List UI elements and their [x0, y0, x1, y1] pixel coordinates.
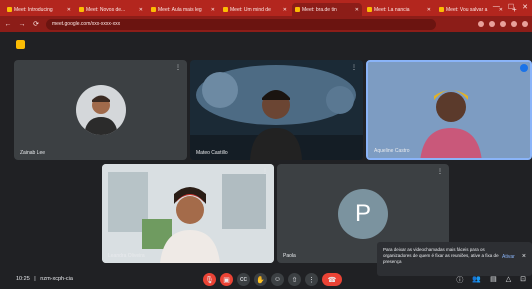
- tab-title: Meet: Um mind de: [230, 6, 271, 13]
- participant-tile[interactable]: ⋮ Mateo Castillo: [190, 60, 363, 160]
- participant-video: [190, 65, 363, 160]
- chat-icon[interactable]: ▤: [490, 275, 497, 285]
- call-controls: 🎙 ▣ cc ✋ ☺ ⇧ ⋮ ☎: [203, 273, 342, 286]
- participant-initial-avatar: P: [338, 188, 388, 239]
- meet-favicon: [151, 7, 156, 12]
- meet-favicon: [295, 7, 300, 12]
- participant-name: Aqueline Castro: [374, 148, 410, 154]
- extensions-area: [478, 21, 528, 27]
- more-options-icon[interactable]: ⋮: [262, 168, 268, 175]
- window-controls: — ☐ ✕: [493, 3, 528, 11]
- more-options-icon[interactable]: ⋮: [351, 64, 357, 71]
- more-options-icon[interactable]: ⋮: [175, 64, 181, 71]
- extension-icon[interactable]: [500, 21, 506, 27]
- profile-avatar[interactable]: [522, 21, 528, 27]
- meet-favicon: [439, 7, 444, 12]
- address-bar: ← → ⟳ meet.google.com/xxx-xxxx-xxx: [0, 16, 532, 32]
- close-icon[interactable]: ✕: [139, 7, 143, 13]
- browser-tab-strip: Meet: Introducing ✕ Meet: Novos de... ✕ Me…: [0, 0, 532, 16]
- hang-up-icon[interactable]: ☎: [322, 273, 342, 286]
- lock-icon[interactable]: ⊡: [520, 275, 526, 285]
- meeting-controls-bar: 10:25 | nzm-xcph-cia 🎙 ▣ cc ✋ ☺ ⇧ ⋮ ☎ ⓘ …: [0, 272, 532, 289]
- browser-tab[interactable]: Meet: Um mind de ✕: [220, 3, 290, 16]
- tab-title: Meet: Introducing: [14, 6, 53, 13]
- more-options-icon[interactable]: ⋮: [437, 168, 443, 175]
- extension-icon[interactable]: [478, 21, 484, 27]
- meet-favicon: [7, 7, 12, 12]
- clock-time: 10:25: [16, 276, 30, 282]
- meet-favicon: [79, 7, 84, 12]
- microphone-off-icon[interactable]: 🎙: [203, 273, 216, 286]
- meeting-code: nzm-xcph-cia: [40, 276, 73, 282]
- close-icon[interactable]: ✕: [67, 7, 71, 13]
- meet-logo-icon: [16, 40, 25, 49]
- meeting-info: 10:25 | nzm-xcph-cia: [16, 276, 73, 282]
- participant-name: Paola: [283, 253, 296, 259]
- browser-tab[interactable]: Meet: Aula mais leg ✕: [148, 3, 218, 16]
- raise-hand-icon[interactable]: ✋: [254, 273, 267, 286]
- extension-icon[interactable]: [511, 21, 517, 27]
- maximize-icon[interactable]: ☐: [508, 3, 514, 11]
- activities-icon[interactable]: △: [506, 275, 511, 285]
- reload-icon[interactable]: ⟳: [32, 20, 40, 28]
- participant-name: Leandra Oliveira: [108, 253, 145, 259]
- people-icon[interactable]: 👥: [472, 275, 481, 285]
- notification-toast: Para deixar as videochamadas mais fáceis…: [377, 242, 532, 276]
- participant-tile[interactable]: ⋮ Leandra Oliveira: [102, 164, 274, 263]
- forward-icon[interactable]: →: [18, 21, 26, 28]
- participant-tile[interactable]: ⋮ Zainab Lee: [14, 60, 187, 160]
- side-controls: ⓘ 👥 ▤ △ ⊡: [456, 275, 526, 285]
- more-options-icon[interactable]: ⋮: [305, 273, 318, 286]
- captions-icon[interactable]: cc: [237, 273, 250, 286]
- participant-name: Zainab Lee: [20, 150, 46, 156]
- browser-tab[interactable]: Meet: Introducing ✕: [4, 3, 74, 16]
- participant-tile-pinned[interactable]: Aqueline Castro: [366, 60, 532, 160]
- browser-tab-active[interactable]: Meet: bra.de tin ✕: [292, 3, 362, 16]
- info-icon[interactable]: ⓘ: [456, 275, 463, 285]
- meet-stage: ⋮ Zainab Lee ⋮ Mateo Castillo Aqueline C…: [0, 32, 532, 289]
- participant-video: [102, 164, 274, 263]
- tab-title: Meet: Vou salvar a: [446, 6, 488, 13]
- close-icon[interactable]: ✕: [211, 7, 215, 13]
- back-icon[interactable]: ←: [4, 21, 12, 28]
- extension-icon[interactable]: [489, 21, 495, 27]
- tab-title: Meet: La nancia: [374, 6, 410, 13]
- close-icon[interactable]: ✕: [283, 7, 287, 13]
- participant-name: Mateo Castillo: [196, 150, 228, 156]
- participant-video: [368, 62, 530, 158]
- meet-favicon: [367, 7, 372, 12]
- toast-message: Para deixar as videochamadas mais fáceis…: [383, 247, 499, 264]
- pin-icon: [520, 64, 528, 72]
- camera-off-icon[interactable]: ▣: [220, 273, 233, 286]
- separator: |: [34, 276, 36, 282]
- present-screen-icon[interactable]: ⇧: [288, 273, 301, 286]
- tab-title: Meet: Novos de...: [86, 6, 126, 13]
- minimize-icon[interactable]: —: [493, 3, 500, 11]
- tab-title: Meet: Aula mais leg: [158, 6, 202, 13]
- browser-tab[interactable]: Meet: La nancia ✕: [364, 3, 434, 16]
- participant-avatar: [75, 85, 126, 135]
- browser-tab[interactable]: Meet: Novos de... ✕: [76, 3, 146, 16]
- close-window-icon[interactable]: ✕: [522, 3, 528, 11]
- tab-title: Meet: bra.de tin: [302, 6, 337, 13]
- reactions-icon[interactable]: ☺: [271, 273, 284, 286]
- close-icon[interactable]: ×: [522, 253, 526, 260]
- meet-favicon: [223, 7, 228, 12]
- url-field[interactable]: meet.google.com/xxx-xxxx-xxx: [46, 18, 436, 30]
- close-icon[interactable]: ✕: [427, 7, 431, 13]
- toast-action-button[interactable]: Ativar: [502, 254, 515, 260]
- close-icon[interactable]: ✕: [355, 7, 359, 13]
